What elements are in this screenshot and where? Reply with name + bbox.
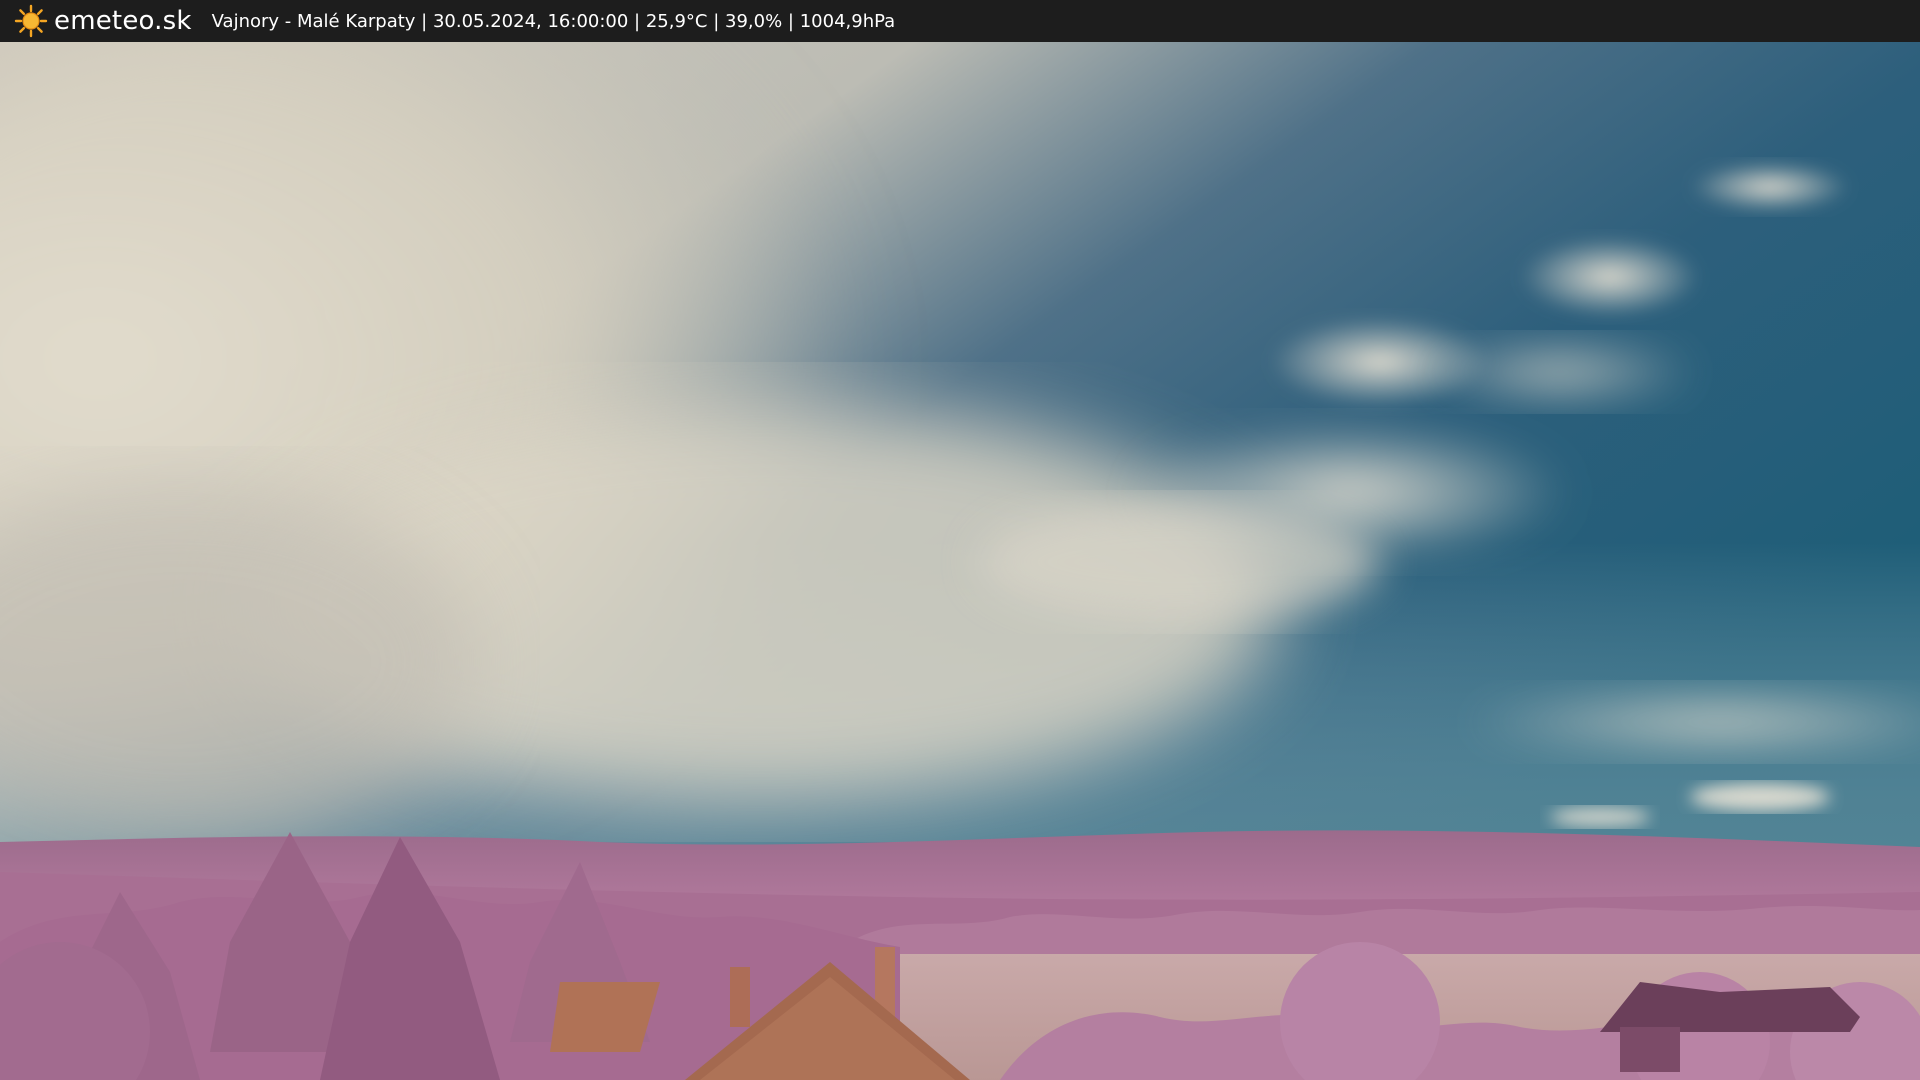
separator: | <box>628 10 646 32</box>
webcam-frame: emeteo.sk Vajnory - Malé Karpaty | 30.05… <box>0 0 1920 1080</box>
caption-bar: emeteo.sk Vajnory - Malé Karpaty | 30.05… <box>0 0 1920 42</box>
datetime-label: 30.05.2024, 16:00:00 <box>432 10 629 32</box>
brand-name[interactable]: emeteo.sk <box>54 6 192 36</box>
pressure-label: 1004,9hPa <box>799 10 896 32</box>
webcam-image <box>0 42 1920 1080</box>
sun-icon <box>14 4 48 38</box>
separator: | <box>782 10 800 32</box>
location-label: Vajnory - Malé Karpaty <box>211 10 416 32</box>
separator: | <box>707 10 726 32</box>
temperature-label: 25,9°C <box>645 10 708 32</box>
humidity-label: 39,0% <box>725 10 783 32</box>
station-caption: Vajnory - Malé Karpaty | 30.05.2024, 16:… <box>212 11 896 32</box>
separator: | <box>415 10 433 32</box>
